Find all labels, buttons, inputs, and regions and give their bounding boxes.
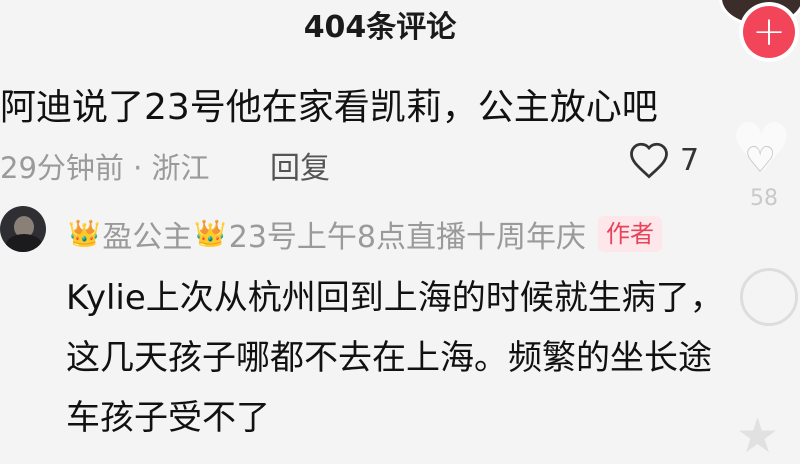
plus-icon: + [752,9,786,55]
comments-header: 404条评论 [0,0,800,60]
reply-header: 👑 盈公主 👑 23号上午8点直播十周年庆 作者 [66,212,663,256]
reply-button[interactable]: 回复 [270,143,330,187]
heart-outline-icon [628,140,670,180]
reply-user-avatar[interactable] [0,206,46,252]
like-button[interactable]: 7 [628,140,699,180]
reply-text-line: 车孩子受不了 [66,398,270,438]
author-badge: 作者 [598,216,663,252]
reply-user-status: 23号上午8点直播十周年庆 [228,220,587,255]
crown-icon: 👑 [68,219,101,249]
faint-heart-outline-icon: ♡ [744,140,777,181]
reply-text-line: 这几天孩子哪都不去在上海。频繁的坐长途 [66,338,712,378]
comment-meta: 29分钟前 · 浙江 [0,151,210,185]
follow-plus-button[interactable]: + [743,6,795,58]
reply-text-line: Kylie上次从杭州回到上海的时候就生病了， [66,278,724,318]
crown-icon: 👑 [194,219,227,249]
reply-username[interactable]: 盈公主 [102,212,192,256]
faint-like-count: 58 [750,186,778,211]
like-count: 7 [680,142,700,178]
comment-count-title: 404条评论 [303,10,457,45]
comment-text: 阿迪说了23号他在家看凯莉，公主放心吧 [0,87,658,128]
reply-text: Kylie上次从杭州回到上海的时候就生病了， 这几天孩子哪都不去在上海。频繁的坐… [66,268,766,448]
